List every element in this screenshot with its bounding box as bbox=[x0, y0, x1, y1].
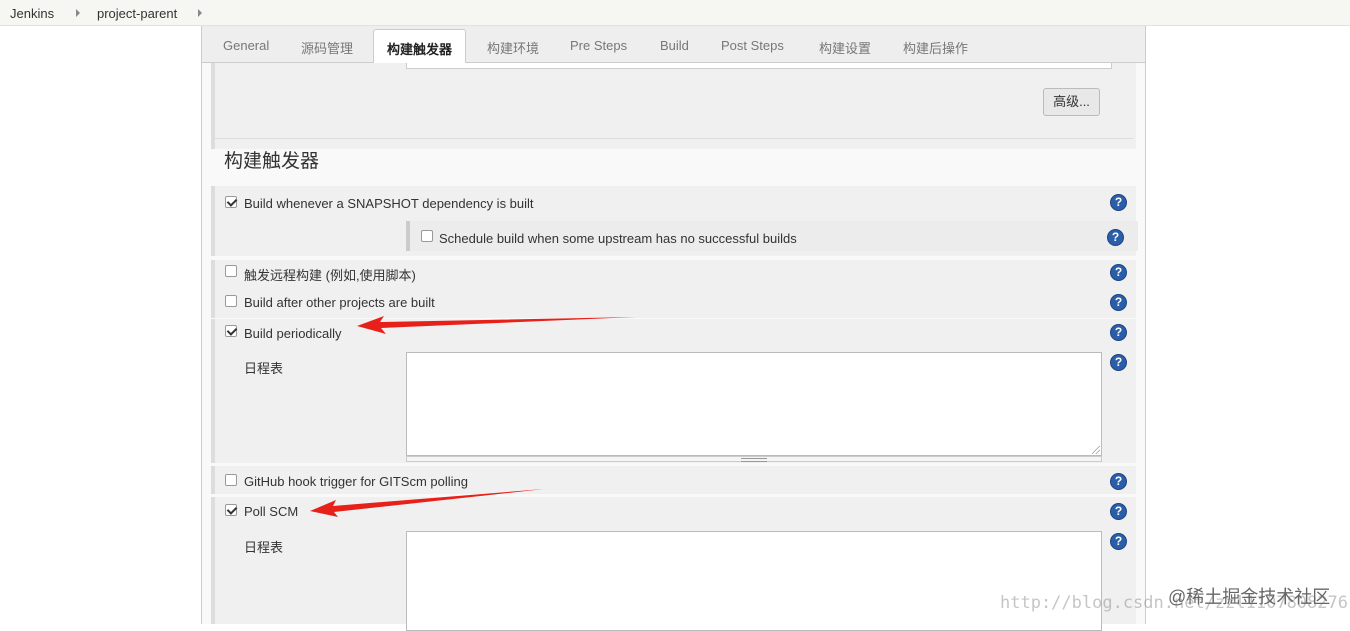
schedule-textarea[interactable] bbox=[406, 531, 1102, 631]
previous-section: 高级... bbox=[211, 63, 1136, 149]
tab-build-triggers[interactable]: 构建触发器 bbox=[373, 29, 466, 64]
schedule-label: 日程表 bbox=[244, 540, 284, 555]
tab-build-env[interactable]: 构建环境 bbox=[487, 38, 539, 57]
schedule-label: 日程表 bbox=[244, 361, 284, 376]
help-icon[interactable]: ? bbox=[1107, 229, 1124, 246]
config-panel: General 源码管理 构建触发器 构建环境 Pre Steps Build … bbox=[201, 26, 1146, 631]
after-other-checkbox[interactable] bbox=[225, 295, 237, 307]
textarea-grip[interactable] bbox=[406, 456, 1102, 462]
remote-label: 触发远程构建 (例如,使用脚本) bbox=[244, 268, 416, 283]
help-icon[interactable]: ? bbox=[1110, 354, 1127, 371]
juejin-watermark: @稀土掘金技术社区 bbox=[1168, 587, 1331, 607]
help-icon[interactable]: ? bbox=[1110, 324, 1127, 341]
trigger-group: 触发远程构建 (例如,使用脚本) ? Build after other pro… bbox=[211, 260, 1136, 318]
tab-post-steps[interactable]: Post Steps bbox=[721, 38, 784, 53]
section-divider bbox=[211, 138, 1133, 139]
upstream-label: Schedule build when some upstream has no… bbox=[439, 231, 797, 246]
text-input[interactable] bbox=[406, 63, 1112, 69]
poll-scm-trigger-group: Poll SCM ? 日程表 ? bbox=[211, 497, 1136, 631]
breadcrumb-jenkins[interactable]: Jenkins bbox=[10, 6, 54, 21]
config-tabbar: General 源码管理 构建触发器 构建环境 Pre Steps Build … bbox=[202, 26, 1145, 64]
help-icon[interactable]: ? bbox=[1110, 533, 1127, 550]
section-title: 构建触发器 bbox=[224, 151, 320, 172]
help-icon[interactable]: ? bbox=[1110, 294, 1127, 311]
upstream-option-box: Schedule build when some upstream has no… bbox=[406, 221, 1138, 251]
github-hook-checkbox[interactable] bbox=[225, 474, 237, 486]
tab-label: 构建触发器 bbox=[386, 42, 452, 57]
resize-handle-icon[interactable] bbox=[1092, 446, 1100, 454]
tab-build[interactable]: Build bbox=[660, 38, 689, 53]
poll-scm-checkbox[interactable] bbox=[225, 504, 237, 516]
snapshot-label: Build whenever a SNAPSHOT dependency is … bbox=[244, 196, 534, 211]
tab-general[interactable]: General bbox=[223, 38, 269, 53]
help-icon[interactable]: ? bbox=[1110, 503, 1127, 520]
tab-scm[interactable]: 源码管理 bbox=[301, 38, 353, 57]
chevron-right-icon[interactable] bbox=[198, 9, 202, 17]
periodically-trigger-group: Build periodically ? 日程表 ? bbox=[211, 319, 1136, 463]
help-icon[interactable]: ? bbox=[1110, 264, 1127, 281]
upstream-checkbox[interactable] bbox=[421, 230, 433, 242]
snapshot-trigger-group: Build whenever a SNAPSHOT dependency is … bbox=[211, 186, 1138, 256]
breadcrumb-project[interactable]: project-parent bbox=[97, 6, 177, 21]
help-icon[interactable]: ? bbox=[1110, 194, 1127, 211]
advanced-button[interactable]: 高级... bbox=[1043, 88, 1100, 116]
periodically-label: Build periodically bbox=[244, 326, 342, 341]
poll-scm-label: Poll SCM bbox=[244, 504, 299, 519]
breadcrumb: Jenkins project-parent bbox=[0, 0, 1350, 26]
tab-post-build[interactable]: 构建后操作 bbox=[903, 38, 968, 57]
schedule-textarea[interactable] bbox=[406, 352, 1102, 456]
tab-build-settings[interactable]: 构建设置 bbox=[819, 38, 871, 57]
github-trigger-group: GitHub hook trigger for GITScm polling ? bbox=[211, 466, 1136, 494]
after-other-label: Build after other projects are built bbox=[244, 295, 435, 310]
periodically-checkbox[interactable] bbox=[225, 325, 237, 337]
remote-checkbox[interactable] bbox=[225, 265, 237, 277]
chevron-right-icon[interactable] bbox=[76, 9, 80, 17]
help-icon[interactable]: ? bbox=[1110, 473, 1127, 490]
github-hook-label: GitHub hook trigger for GITScm polling bbox=[244, 474, 468, 489]
snapshot-checkbox[interactable] bbox=[225, 196, 237, 208]
tab-pre-steps[interactable]: Pre Steps bbox=[570, 38, 627, 53]
